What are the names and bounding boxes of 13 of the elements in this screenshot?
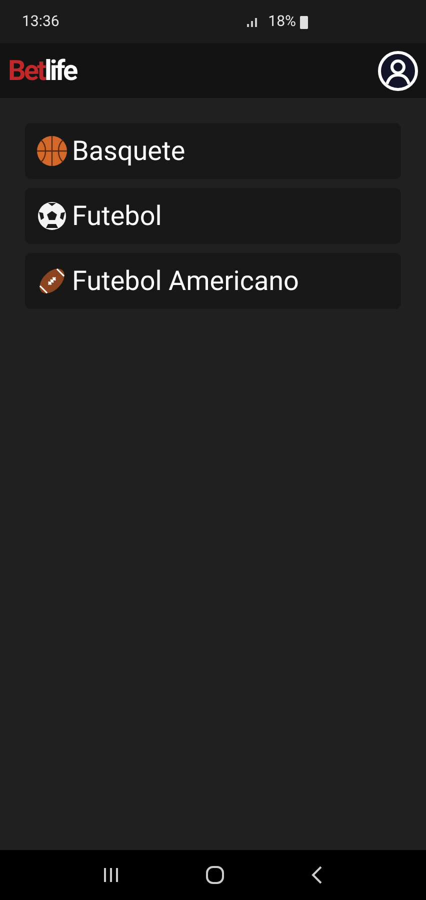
- logo: Betlife: [8, 56, 76, 84]
- back-icon[interactable]: [310, 865, 324, 885]
- battery-percent: 18%: [268, 11, 296, 32]
- sport-item[interactable]: Basquete: [25, 123, 401, 179]
- basketball-icon: [36, 135, 68, 167]
- recent-apps-icon[interactable]: [102, 866, 120, 884]
- battery-icon: [300, 14, 308, 28]
- profile-icon[interactable]: [378, 50, 418, 90]
- sport-item[interactable]: Futebol Americano: [25, 253, 401, 309]
- status-time: 13:36: [22, 11, 60, 32]
- sport-item[interactable]: Futebol: [25, 188, 401, 244]
- soccer-ball-icon: [36, 200, 68, 232]
- home-icon[interactable]: [204, 865, 225, 885]
